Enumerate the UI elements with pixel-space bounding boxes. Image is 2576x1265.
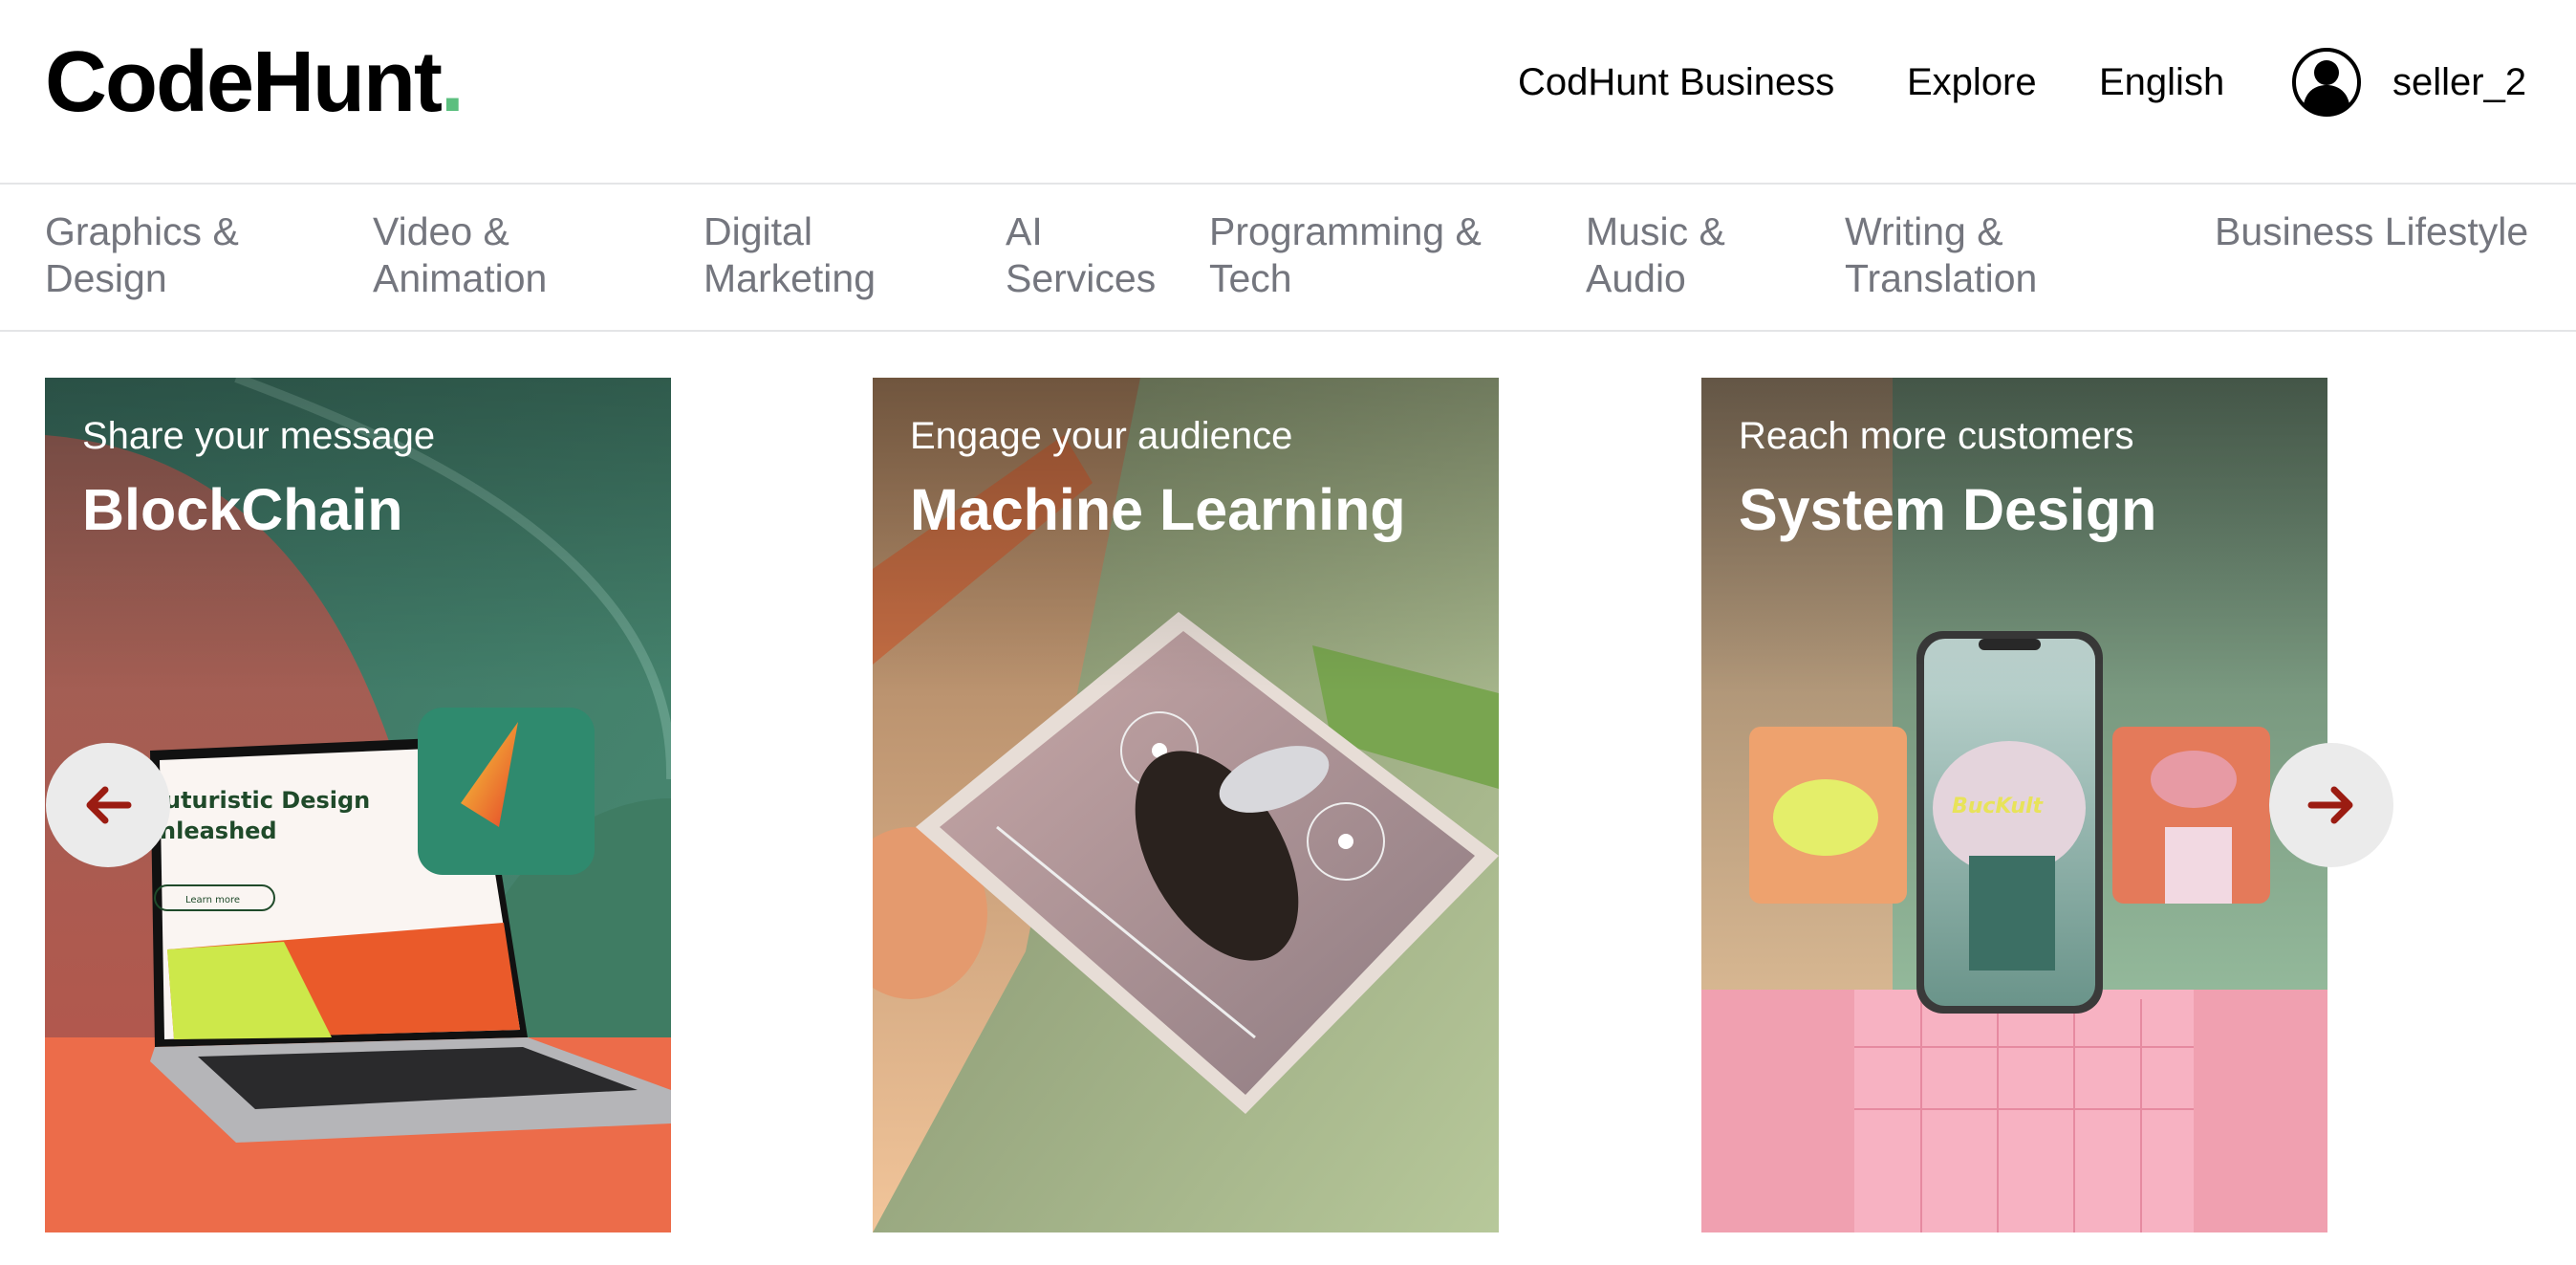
svg-text:uturistic Design: uturistic Design — [164, 787, 370, 814]
arrow-right-icon — [2307, 786, 2353, 824]
category-video-animation[interactable]: Video & Animation — [373, 208, 547, 302]
category-writing-translation[interactable]: Writing & Translation — [1845, 208, 2037, 302]
category-ai-services[interactable]: AI Services — [1006, 208, 1156, 302]
category-label: Translation — [1845, 256, 2038, 300]
category-label: Writing & — [1845, 209, 2003, 253]
arrow-left-icon — [86, 786, 132, 824]
site-header: CodeHunt. CodHunt Business Explore Engli… — [0, 0, 2576, 184]
carousel-prev-button[interactable] — [46, 743, 170, 867]
svg-text:BucKult: BucKult — [1952, 795, 2045, 818]
category-label: Programming & — [1209, 209, 1482, 253]
svg-text:nleashed: nleashed — [160, 818, 277, 844]
svg-text:Learn more: Learn more — [185, 895, 240, 905]
service-card-system-design[interactable]: BucKult Reach more customers System Desi… — [1701, 378, 2327, 1232]
card-title: Machine Learning — [910, 477, 1406, 542]
category-label: Business Lifestyle — [2215, 209, 2529, 253]
category-label: Services — [1006, 256, 1157, 300]
card-subtitle: Reach more customers — [1739, 415, 2134, 457]
card-subtitle: Engage your audience — [910, 415, 1293, 457]
nav-language[interactable]: English — [2099, 54, 2224, 111]
logo-text: CodeHunt — [45, 34, 443, 130]
category-label: AI — [1006, 209, 1043, 253]
logo[interactable]: CodeHunt. — [45, 34, 465, 130]
card-subtitle: Share your message — [82, 415, 436, 457]
category-music-audio[interactable]: Music & Audio — [1586, 208, 1725, 302]
service-card-machine-learning[interactable]: Engage your audience Machine Learning — [873, 378, 1499, 1232]
category-programming-tech[interactable]: Programming & Tech — [1209, 208, 1482, 302]
category-business-lifestyle[interactable]: Business Lifestyle — [2215, 208, 2528, 255]
header-divider — [0, 183, 2576, 185]
nav-codhunt-business[interactable]: CodHunt Business — [1518, 54, 1834, 111]
category-label: Music & — [1586, 209, 1725, 253]
user-circle-icon[interactable] — [2291, 47, 2362, 118]
logo-dot: . — [440, 34, 465, 130]
carousel-next-button[interactable] — [2269, 743, 2393, 867]
category-divider — [0, 330, 2576, 332]
category-label: Tech — [1209, 256, 1292, 300]
category-label: Marketing — [704, 256, 877, 300]
nav-explore[interactable]: Explore — [1907, 54, 2037, 111]
category-graphics-design[interactable]: Graphics & Design — [45, 208, 239, 302]
card-title: BlockChain — [82, 477, 403, 542]
username[interactable]: seller_2 — [2392, 54, 2526, 111]
category-label: Video & — [373, 209, 509, 253]
category-digital-marketing[interactable]: Digital Marketing — [704, 208, 876, 302]
category-label: Animation — [373, 256, 548, 300]
card-title: System Design — [1739, 477, 2157, 542]
category-label: Audio — [1586, 256, 1686, 300]
category-label: Digital — [704, 209, 812, 253]
category-label: Graphics & — [45, 209, 239, 253]
category-label: Design — [45, 256, 167, 300]
